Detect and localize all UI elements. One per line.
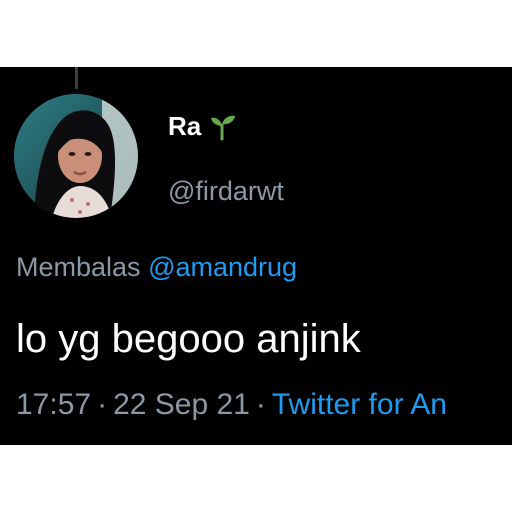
avatar-photo-icon: [14, 94, 138, 218]
reply-mention-link[interactable]: @amandrug: [148, 252, 297, 282]
tweet-card[interactable]: Ra @firdarwt Membalas @amandrug lo yg be…: [0, 67, 512, 445]
thread-connector-line: [75, 67, 78, 89]
user-handle[interactable]: @firdarwt: [168, 175, 284, 207]
avatar[interactable]: [14, 94, 138, 218]
tweet-meta: 17:57 · 22 Sep 21 · Twitter for An: [16, 387, 447, 423]
meta-separator-2: ·: [255, 388, 266, 421]
tweet-time[interactable]: 17:57: [16, 388, 91, 421]
sprout-icon: [207, 111, 237, 141]
reply-prefix: Membalas: [16, 252, 141, 282]
display-name[interactable]: Ra: [168, 111, 201, 141]
screenshot-frame: Ra @firdarwt Membalas @amandrug lo yg be…: [0, 0, 512, 512]
display-name-row[interactable]: Ra: [168, 111, 237, 141]
reply-context: Membalas @amandrug: [16, 251, 297, 283]
meta-separator: ·: [97, 388, 108, 421]
tweet-source-link[interactable]: Twitter for An: [272, 388, 447, 421]
tweet-date[interactable]: 22 Sep 21: [113, 388, 250, 421]
tweet-text: lo yg begooo anjink: [16, 317, 361, 361]
